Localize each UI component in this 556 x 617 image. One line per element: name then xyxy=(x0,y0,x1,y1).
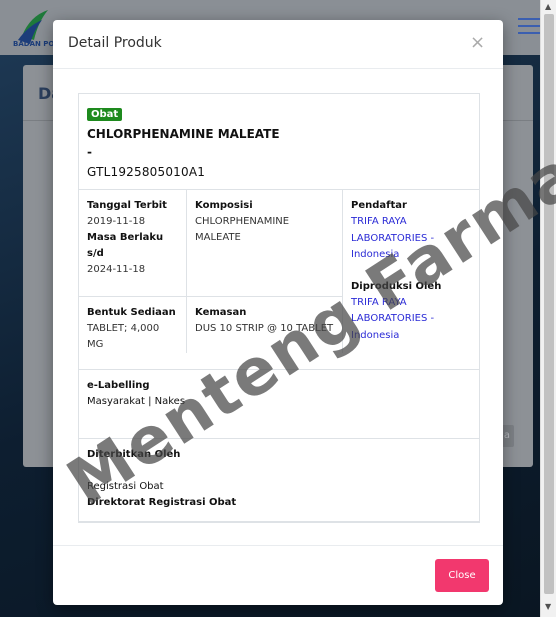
product-separator: - xyxy=(87,145,92,159)
composition-label: Komposisi xyxy=(195,200,253,211)
divider xyxy=(79,296,342,297)
composition-cell: Komposisi CHLORPHENAMINE MALEATE xyxy=(195,198,335,246)
menu-icon[interactable] xyxy=(518,18,540,36)
packaging-cell: Kemasan DUS 10 STRIP @ 10 TABLET xyxy=(195,305,340,337)
product-name: CHLORPHENAMINE MALEATE xyxy=(87,127,280,141)
scrollbar-thumb[interactable] xyxy=(544,14,554,594)
e-labelling-section: e-Labelling Masyarakat | Nakes xyxy=(78,369,480,439)
product-header: Obat CHLORPHENAMINE MALEATE - GTL1925805… xyxy=(87,102,467,183)
expiry-date-value: 2024-11-18 xyxy=(87,264,146,275)
composition-value: CHLORPHENAMINE MALEATE xyxy=(195,216,290,243)
product-panel: Obat CHLORPHENAMINE MALEATE - GTL1925805… xyxy=(78,93,480,523)
scroll-up-icon[interactable]: ▲ xyxy=(545,3,551,11)
manufacturer-label: Diproduksi Oleh xyxy=(351,280,442,292)
divider xyxy=(79,189,479,190)
packaging-value: DUS 10 STRIP @ 10 TABLET xyxy=(195,323,334,334)
expiry-date-label: Masa Berlaku s/d xyxy=(87,232,164,259)
issue-date-cell: Tanggal Terbit 2019-11-18 Masa Berlaku s… xyxy=(87,198,182,278)
dosage-form-cell: Bentuk Sediaan TABLET; 4,000 MG xyxy=(87,305,182,353)
registrant-label: Pendaftar xyxy=(351,200,407,211)
issue-date-value: 2019-11-18 xyxy=(87,216,146,227)
scroll-down-icon[interactable]: ▼ xyxy=(545,603,551,611)
product-detail-modal: Detail Produk × Obat CHLORPHENAMINE MALE… xyxy=(53,20,503,605)
registrant-cell: Pendaftar TRIFA RAYA LABORATORIES - Indo… xyxy=(351,198,471,344)
modal-header: Detail Produk × xyxy=(53,20,503,69)
publisher-directorate: Direktorat Registrasi Obat xyxy=(87,497,237,508)
product-registration-number: GTL1925805010A1 xyxy=(87,165,206,179)
divider xyxy=(342,189,343,353)
publisher-label: Diterbitkan Oleh xyxy=(87,449,181,460)
dosage-form-value: TABLET; 4,000 MG xyxy=(87,323,160,350)
e-labelling-label: e-Labelling xyxy=(87,380,150,391)
dosage-form-label: Bentuk Sediaan xyxy=(87,307,176,318)
category-badge: Obat xyxy=(87,108,123,121)
scrollbar[interactable]: ▲ ▼ xyxy=(540,0,556,617)
publisher-section: Diterbitkan Oleh Registrasi Obat Direkto… xyxy=(78,438,480,523)
manufacturer-link[interactable]: TRIFA RAYA LABORATORIES - Indonesia xyxy=(351,295,456,345)
modal-title: Detail Produk xyxy=(68,35,162,51)
close-icon[interactable]: × xyxy=(470,34,485,52)
issue-date-label: Tanggal Terbit xyxy=(87,200,167,211)
publisher-value: Registrasi Obat xyxy=(87,481,164,492)
divider xyxy=(186,189,187,353)
packaging-label: Kemasan xyxy=(195,307,247,318)
close-button[interactable]: Close xyxy=(435,559,489,592)
e-labelling-value: Masyarakat | Nakes xyxy=(87,396,186,407)
registrant-link[interactable]: TRIFA RAYA LABORATORIES - Indonesia xyxy=(351,214,456,264)
